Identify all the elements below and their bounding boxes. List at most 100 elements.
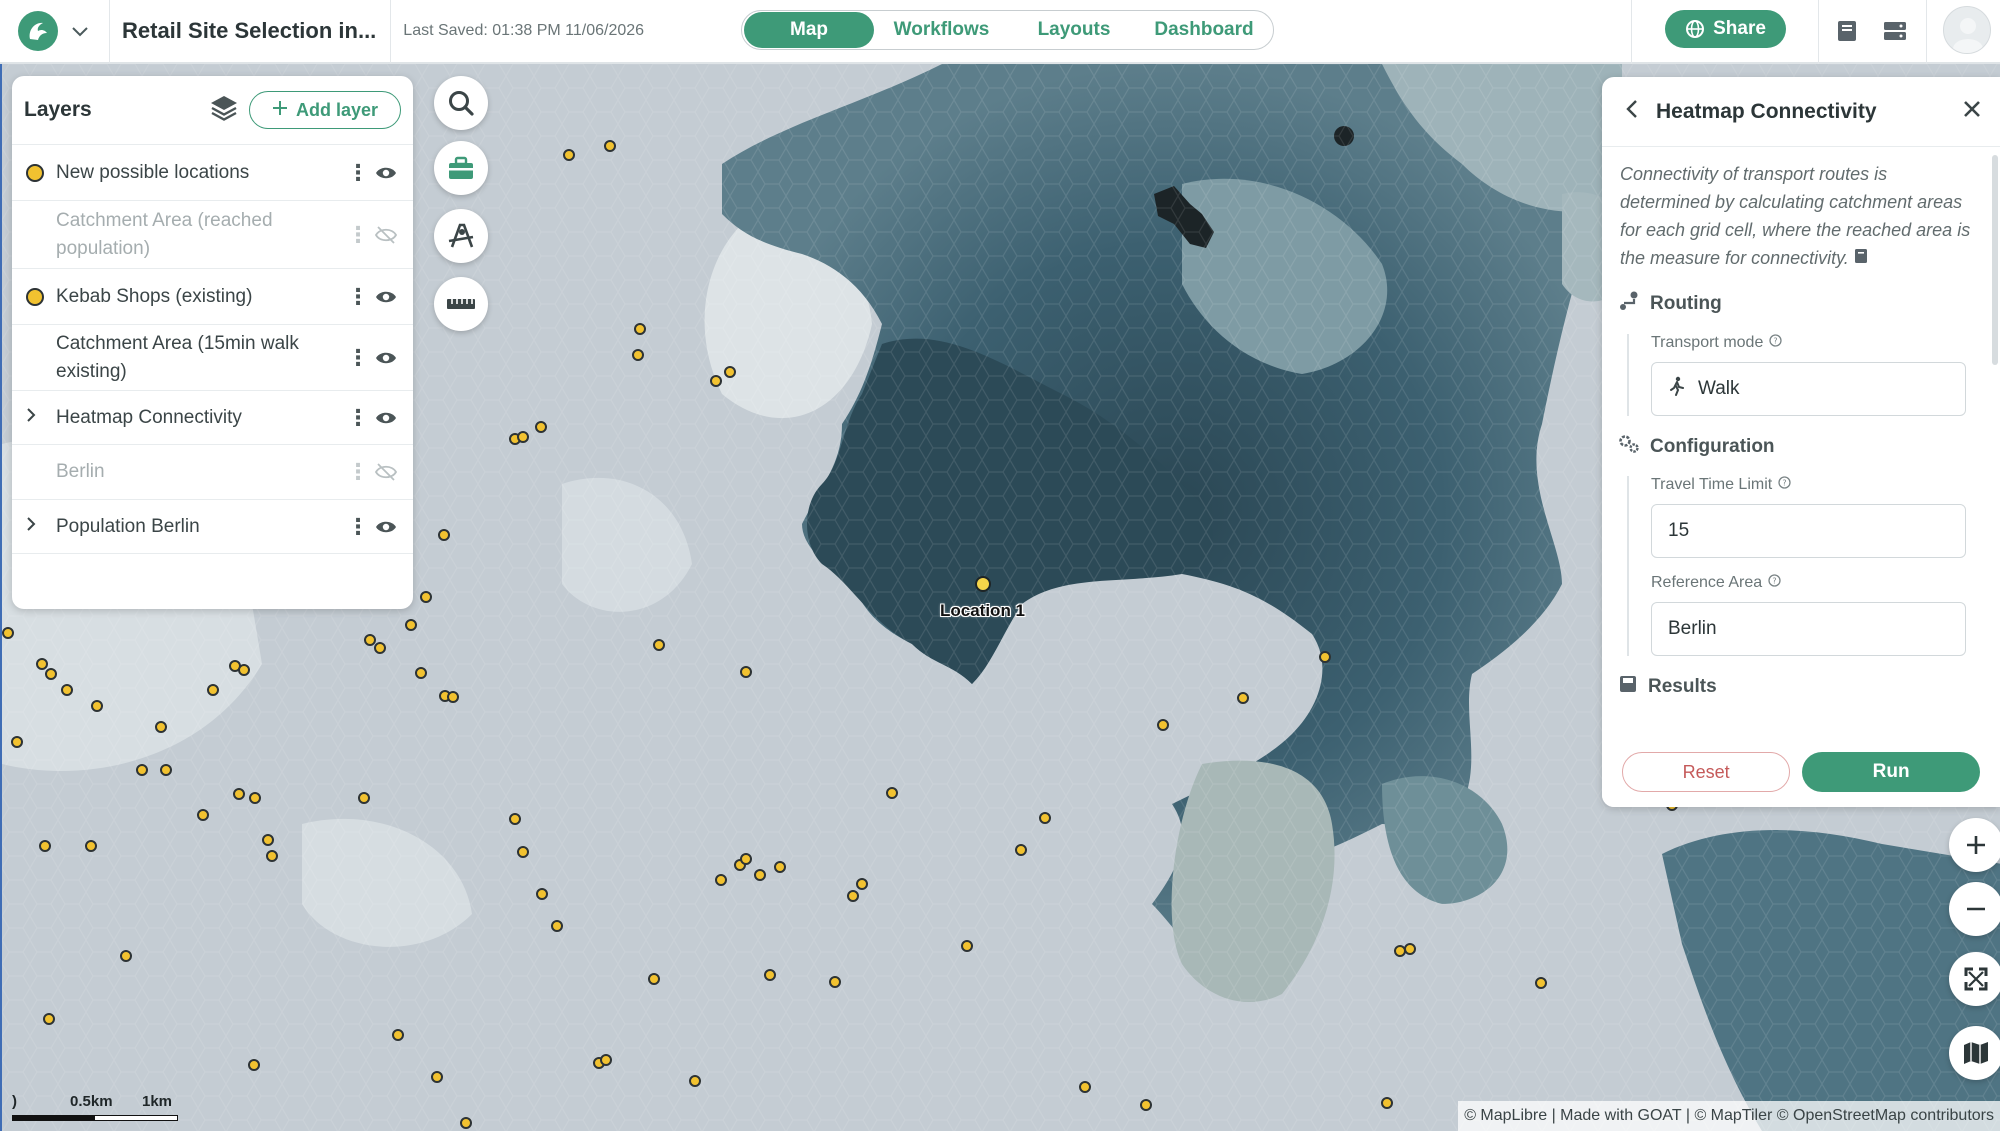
eye-icon[interactable]: [371, 285, 401, 309]
map-point[interactable]: [961, 940, 973, 952]
map-point[interactable]: [764, 969, 776, 981]
help-icon[interactable]: ?: [1768, 574, 1781, 592]
map-point[interactable]: [207, 684, 219, 696]
map-point[interactable]: [39, 840, 51, 852]
panel-scrollbar[interactable]: [1992, 155, 1998, 365]
map-point[interactable]: [886, 787, 898, 799]
map-point[interactable]: [45, 668, 57, 680]
layer-item-catchment-reached[interactable]: Catchment Area (reached population) ⋮: [12, 200, 413, 268]
run-button[interactable]: Run: [1802, 752, 1980, 792]
storage-icon[interactable]: [1880, 16, 1910, 46]
help-icon[interactable]: ?: [1778, 476, 1791, 494]
map-point[interactable]: [740, 853, 752, 865]
eye-icon[interactable]: [371, 515, 401, 539]
transport-mode-select[interactable]: Walk: [1651, 362, 1966, 416]
layer-item-catchment-15min[interactable]: Catchment Area (15min walk existing) ⋮: [12, 324, 413, 390]
eye-icon[interactable]: [371, 161, 401, 185]
chevron-down-icon[interactable]: [72, 21, 88, 42]
map-point[interactable]: [715, 874, 727, 886]
map-point[interactable]: [689, 1075, 701, 1087]
app-menu[interactable]: [0, 0, 110, 63]
map-point[interactable]: [634, 323, 646, 335]
more-options-icon[interactable]: ⋮: [345, 222, 371, 248]
layer-item-new-possible-locations[interactable]: New possible locations ⋮: [12, 144, 413, 200]
tab-map[interactable]: Map: [744, 12, 874, 48]
layer-item-population-berlin[interactable]: Population Berlin ⋮: [12, 499, 413, 554]
map-point[interactable]: [754, 869, 766, 881]
more-options-icon[interactable]: ⋮: [345, 284, 371, 310]
map-point[interactable]: [233, 788, 245, 800]
more-options-icon[interactable]: ⋮: [345, 405, 371, 431]
map-point[interactable]: [249, 792, 261, 804]
layer-item-kebab-shops[interactable]: Kebab Shops (existing) ⋮: [12, 268, 413, 324]
toolbox-button[interactable]: [434, 141, 488, 195]
map-point[interactable]: [91, 700, 103, 712]
map-point[interactable]: [517, 431, 529, 443]
map-point[interactable]: [36, 658, 48, 670]
map-point[interactable]: [536, 888, 548, 900]
map-point[interactable]: [405, 619, 417, 631]
search-button[interactable]: [434, 76, 488, 130]
chevron-right-icon[interactable]: [26, 516, 56, 537]
map-point[interactable]: [1404, 943, 1416, 955]
zoom-out-button[interactable]: [1949, 882, 2000, 936]
basemap-button[interactable]: [1949, 1026, 2000, 1080]
reset-button[interactable]: Reset: [1622, 752, 1791, 792]
chevron-right-icon[interactable]: [26, 407, 56, 428]
tab-workflows[interactable]: Workflows: [874, 12, 1009, 48]
more-options-icon[interactable]: ⋮: [345, 345, 371, 371]
layer-item-heatmap-connectivity[interactable]: Heatmap Connectivity ⋮: [12, 390, 413, 444]
map-point[interactable]: [1535, 977, 1547, 989]
map-point[interactable]: [136, 764, 148, 776]
book-icon[interactable]: [1832, 16, 1862, 46]
more-options-icon[interactable]: ⋮: [345, 160, 371, 186]
map-point[interactable]: [1157, 719, 1169, 731]
map-point[interactable]: [847, 890, 859, 902]
map-point[interactable]: [829, 976, 841, 988]
project-title[interactable]: Retail Site Selection in...: [110, 0, 392, 63]
close-icon[interactable]: [1962, 99, 1982, 124]
map-point[interactable]: [563, 149, 575, 161]
eye-off-icon[interactable]: [371, 460, 401, 484]
zoom-in-button[interactable]: [1949, 818, 2000, 872]
map-point[interactable]: [1015, 844, 1027, 856]
tab-layouts[interactable]: Layouts: [1009, 12, 1139, 48]
map-point[interactable]: [774, 861, 786, 873]
map-point[interactable]: [1039, 812, 1051, 824]
tool-panel-body[interactable]: Connectivity of transport routes is dete…: [1602, 148, 2000, 737]
map-attribution[interactable]: © MapLibre | Made with GOAT | © MapTiler…: [1458, 1101, 2000, 1131]
fullscreen-button[interactable]: [1949, 952, 2000, 1006]
draw-button[interactable]: [434, 209, 488, 263]
share-button[interactable]: Share: [1665, 10, 1786, 48]
add-layer-button[interactable]: Add layer: [249, 91, 401, 129]
map-point[interactable]: [160, 764, 172, 776]
user-avatar[interactable]: [1943, 6, 1991, 54]
map-point[interactable]: [724, 366, 736, 378]
map-point[interactable]: [509, 813, 521, 825]
eye-icon[interactable]: [371, 346, 401, 370]
map-point[interactable]: [262, 834, 274, 846]
more-options-icon[interactable]: ⋮: [345, 459, 371, 485]
map-point[interactable]: [238, 664, 250, 676]
map-point[interactable]: [61, 684, 73, 696]
eye-icon[interactable]: [371, 406, 401, 430]
map-point[interactable]: [1319, 651, 1331, 663]
map-point[interactable]: [85, 840, 97, 852]
map-point[interactable]: [1237, 692, 1249, 704]
map-point[interactable]: [632, 349, 644, 361]
map-point[interactable]: [535, 421, 547, 433]
layers-stack-icon[interactable]: [209, 94, 239, 127]
map-point[interactable]: [1140, 1099, 1152, 1111]
map-point[interactable]: [120, 950, 132, 962]
travel-time-input[interactable]: 15: [1651, 504, 1966, 558]
map-point[interactable]: [420, 591, 432, 603]
map-point[interactable]: [710, 375, 722, 387]
more-options-icon[interactable]: ⋮: [345, 514, 371, 540]
docs-book-icon[interactable]: [1854, 248, 1868, 268]
map-point[interactable]: [358, 792, 370, 804]
measure-button[interactable]: [434, 277, 488, 331]
map-point[interactable]: [604, 140, 616, 152]
map-point[interactable]: [856, 878, 868, 890]
map-point[interactable]: [266, 850, 278, 862]
map-point[interactable]: [248, 1059, 260, 1071]
